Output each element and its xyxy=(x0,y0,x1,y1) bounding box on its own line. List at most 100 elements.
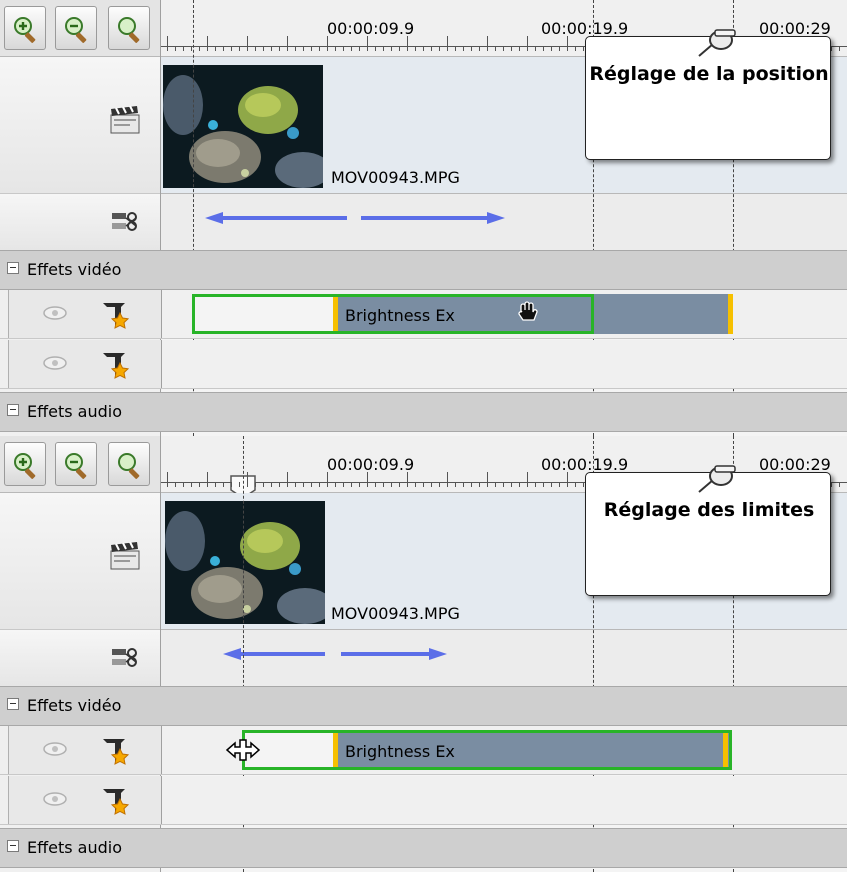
ruler-tick xyxy=(407,36,408,51)
effect-track-lane[interactable] xyxy=(161,776,847,824)
ruler-time-label: 00:00:09.9 xyxy=(327,19,415,38)
ruler-tick xyxy=(551,482,552,487)
effect-end-marker[interactable] xyxy=(723,733,728,767)
ruler-tick xyxy=(295,482,296,487)
effect-block[interactable]: Brightness Ex xyxy=(242,730,732,770)
ruler-tick xyxy=(575,482,576,487)
ruler-tick xyxy=(335,46,336,51)
effect-track-lane[interactable]: Brightness Ex xyxy=(161,290,847,338)
ruler-tick xyxy=(279,46,280,51)
effect-track-lane[interactable] xyxy=(161,340,847,388)
ruler-tick xyxy=(575,46,576,51)
ruler-tick xyxy=(359,46,360,51)
ruler-tick xyxy=(567,36,568,51)
ruler-tick xyxy=(167,36,168,51)
ruler-tick xyxy=(455,482,456,487)
effect-track-header xyxy=(8,290,161,338)
zoom-fit-button[interactable] xyxy=(108,442,150,486)
ruler-tick xyxy=(303,482,304,487)
collapse-toggle[interactable] xyxy=(7,262,19,274)
ruler-tick xyxy=(479,482,480,487)
section-label: Effets audio xyxy=(27,402,123,421)
callout-text: Réglage de la position xyxy=(589,63,829,85)
eye-icon[interactable] xyxy=(42,791,68,807)
ruler-tick xyxy=(271,482,272,487)
effect-end-marker[interactable] xyxy=(728,294,733,334)
ruler-tick xyxy=(431,482,432,487)
ruler-tick xyxy=(271,46,272,51)
clapperboard-icon[interactable] xyxy=(108,541,142,571)
ruler-tick xyxy=(543,46,544,51)
zoom-out-icon xyxy=(65,453,87,479)
ruler-tick xyxy=(423,46,424,51)
eye-icon[interactable] xyxy=(42,741,68,757)
ruler-tick xyxy=(335,482,336,487)
video-effects-section: Effets vidéo xyxy=(0,686,847,726)
ruler-tick xyxy=(583,46,584,51)
ruler-tick xyxy=(367,36,368,51)
audio-track-header xyxy=(0,194,160,251)
effect-star-icon[interactable] xyxy=(101,735,131,765)
effect-block[interactable]: Brightness Ex xyxy=(192,294,594,334)
timeline-panel-limits: 00:00:09.9 00:00:19.9 00:00:29 MOV00943.… xyxy=(0,436,847,872)
ruler-tick xyxy=(463,46,464,51)
ruler-tick xyxy=(343,46,344,51)
ruler-tick xyxy=(303,46,304,51)
zoom-toolbar xyxy=(0,436,160,493)
effect-start-marker[interactable] xyxy=(333,733,338,767)
ruler-tick xyxy=(263,482,264,487)
ruler-tick xyxy=(223,482,224,487)
ruler-tick xyxy=(383,46,384,51)
clip-thumbnail[interactable] xyxy=(165,501,325,624)
ruler-tick xyxy=(831,46,832,51)
zoom-out-button[interactable] xyxy=(55,6,97,50)
ruler-tick xyxy=(191,482,192,487)
ruler-tick xyxy=(559,46,560,51)
ruler-tick xyxy=(367,472,368,487)
collapse-toggle[interactable] xyxy=(7,404,19,416)
clip-filename: MOV00943.MPG xyxy=(331,604,460,623)
zoom-in-button[interactable] xyxy=(4,442,46,486)
effect-label: Brightness Ex xyxy=(345,742,455,761)
effect-track-header xyxy=(8,726,161,774)
ruler-tick xyxy=(319,482,320,487)
collapse-toggle[interactable] xyxy=(7,698,19,710)
effect-track-header xyxy=(8,776,161,824)
section-label: Effets audio xyxy=(27,838,123,857)
effect-star-icon[interactable] xyxy=(101,349,131,379)
clapperboard-icon[interactable] xyxy=(108,105,142,135)
effect-start-marker[interactable] xyxy=(333,297,338,331)
zoom-fit-icon xyxy=(118,453,140,479)
ruler-tick xyxy=(503,482,504,487)
effect-track-lane[interactable]: Brightness Ex xyxy=(161,726,847,774)
zoom-out-button[interactable] xyxy=(55,442,97,486)
ruler-tick xyxy=(207,472,208,487)
ruler-tick xyxy=(439,46,440,51)
ruler-tick xyxy=(199,482,200,487)
ruler-tick xyxy=(175,482,176,487)
collapse-toggle[interactable] xyxy=(7,840,19,852)
ruler-tick xyxy=(231,46,232,51)
eye-icon[interactable] xyxy=(42,305,68,321)
ruler-tick xyxy=(487,472,488,487)
zoom-in-button[interactable] xyxy=(4,6,46,50)
move-arrows xyxy=(205,212,505,224)
effect-star-icon[interactable] xyxy=(101,785,131,815)
ruler-tick xyxy=(439,482,440,487)
audio-split-icon[interactable] xyxy=(110,209,140,235)
ruler-tick xyxy=(543,482,544,487)
clip-thumbnail[interactable] xyxy=(163,65,323,188)
eye-icon[interactable] xyxy=(42,355,68,371)
timeline-panel-position: 00:00:09.9 00:00:19.9 00:00:29 MOV00943.… xyxy=(0,0,847,436)
ruler-tick xyxy=(383,482,384,487)
zoom-fit-button[interactable] xyxy=(108,6,150,50)
effect-range[interactable] xyxy=(594,294,732,334)
ruler-tick xyxy=(415,482,416,487)
ruler-tick xyxy=(375,482,376,487)
ruler-tick xyxy=(447,472,448,487)
section-label: Effets vidéo xyxy=(27,696,122,715)
audio-split-icon[interactable] xyxy=(110,645,140,671)
ruler-tick xyxy=(415,46,416,51)
effect-star-icon[interactable] xyxy=(101,299,131,329)
ruler-tick xyxy=(431,46,432,51)
